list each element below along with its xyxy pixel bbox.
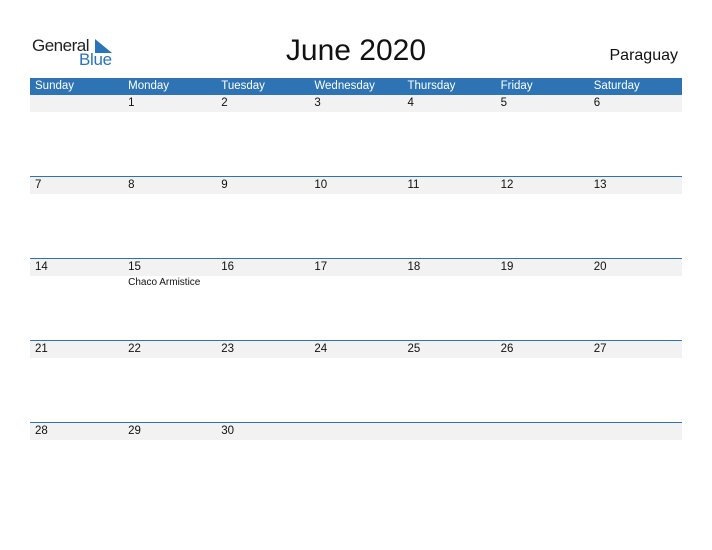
day-cell: 12: [496, 177, 589, 194]
day-cell: 19: [496, 259, 589, 276]
day-cell: 4: [403, 95, 496, 112]
day-cell: 25: [403, 341, 496, 358]
day-cell: 13: [589, 177, 682, 194]
day-cell: 23: [216, 341, 309, 358]
day-number-bar: 7 8 9 10 11 12 13: [30, 177, 682, 194]
day-number-bar: 28 29 30: [30, 423, 682, 440]
day-number: 14: [35, 261, 48, 273]
weekday-wednesday: Wednesday: [314, 80, 375, 92]
day-number: 13: [593, 179, 607, 191]
day-number: 4: [407, 97, 414, 109]
week-row: 1 2 3 4 5 6: [30, 95, 682, 176]
country-label: Paraguay: [609, 47, 679, 64]
day-number: 3: [314, 97, 321, 109]
day-number: 7: [35, 179, 42, 191]
day-cell: [496, 423, 589, 440]
day-number: 19: [500, 261, 514, 273]
weekday-friday: Friday: [500, 80, 533, 92]
day-number-bar: 21 22 23 24 25 26 27: [30, 341, 682, 358]
day-number: 8: [128, 179, 135, 191]
day-number: 26: [500, 343, 514, 355]
day-number: 5: [500, 97, 508, 109]
weekday-header: Sunday Monday Tuesday Wednesday Thursday…: [30, 78, 682, 95]
day-number: 9: [221, 179, 228, 191]
day-cell: 10: [309, 177, 402, 194]
weekday-saturday: Saturday: [593, 80, 640, 92]
day-cell: 5: [496, 95, 589, 112]
calendar-title: June 2020: [285, 34, 427, 67]
day-number: 25: [407, 343, 421, 355]
day-cell: 17: [309, 259, 402, 276]
weekday-thursday: Thursday: [407, 80, 456, 92]
day-number: 2: [221, 97, 228, 109]
day-cell: 18: [403, 259, 496, 276]
day-number: 15: [128, 261, 141, 273]
day-number: 17: [314, 261, 328, 273]
day-cell: 14: [30, 259, 123, 276]
day-cell: [589, 423, 682, 440]
day-number: 24: [314, 343, 328, 355]
day-cell: 9: [216, 177, 309, 194]
day-cell: 24: [309, 341, 402, 358]
day-number-bar: 1 2 3 4 5 6: [30, 95, 682, 112]
day-number: 10: [314, 179, 328, 191]
day-number: 21: [35, 343, 48, 355]
day-cell: 2: [216, 95, 309, 112]
day-number: 29: [128, 425, 141, 437]
day-cell: 8: [123, 177, 216, 194]
day-cell: 21: [30, 341, 123, 358]
day-cell: 30: [216, 423, 309, 440]
weekday-sunday: Sunday: [35, 80, 75, 92]
day-number: 11: [407, 179, 420, 191]
day-cell: 16: [216, 259, 309, 276]
day-cell: 11: [403, 177, 496, 194]
day-cell: 28: [30, 423, 123, 440]
day-cell: 22: [123, 341, 216, 358]
day-cell: 29: [123, 423, 216, 440]
week-row: 14 15 Chaco Armistice 16 17 18 19 20: [30, 258, 682, 340]
day-number: 23: [221, 343, 235, 355]
week-row: 28 29 30: [30, 422, 682, 504]
day-number: 12: [500, 179, 514, 191]
day-number: 30: [221, 425, 235, 437]
holiday-event: Chaco Armistice: [128, 277, 201, 288]
day-cell: 15 Chaco Armistice: [123, 259, 216, 288]
weeks-container: 1 2 3 4 5 6 7 8 9 10 11 12 13 14 15 Chaco Armistice 16 17…: [30, 95, 682, 504]
day-number: 20: [593, 261, 607, 273]
day-cell: 26: [496, 341, 589, 358]
day-cell: [403, 423, 496, 440]
calendar-grid: Sunday Monday Tuesday Wednesday Thursday…: [30, 78, 682, 504]
day-cell: 6: [589, 95, 682, 112]
day-number: 27: [593, 343, 607, 355]
week-row: 7 8 9 10 11 12 13: [30, 176, 682, 258]
day-number: 1: [128, 97, 135, 109]
day-number: 16: [221, 261, 235, 273]
day-number: 6: [593, 97, 601, 109]
day-cell: 20: [589, 259, 682, 276]
day-cell: 7: [30, 177, 123, 194]
weekday-monday: Monday: [128, 80, 170, 92]
day-number: 28: [35, 425, 48, 437]
day-cell: 27: [589, 341, 682, 358]
day-cell: 3: [309, 95, 402, 112]
day-cell: [30, 95, 123, 112]
day-cell: [309, 423, 402, 440]
weekday-tuesday: Tuesday: [221, 80, 265, 92]
day-number: 18: [407, 261, 421, 273]
week-row: 21 22 23 24 25 26 27: [30, 340, 682, 422]
day-cell: 1: [123, 95, 216, 112]
day-number-bar: 14 15 Chaco Armistice 16 17 18 19 20: [30, 259, 682, 288]
day-number: 22: [128, 343, 141, 355]
